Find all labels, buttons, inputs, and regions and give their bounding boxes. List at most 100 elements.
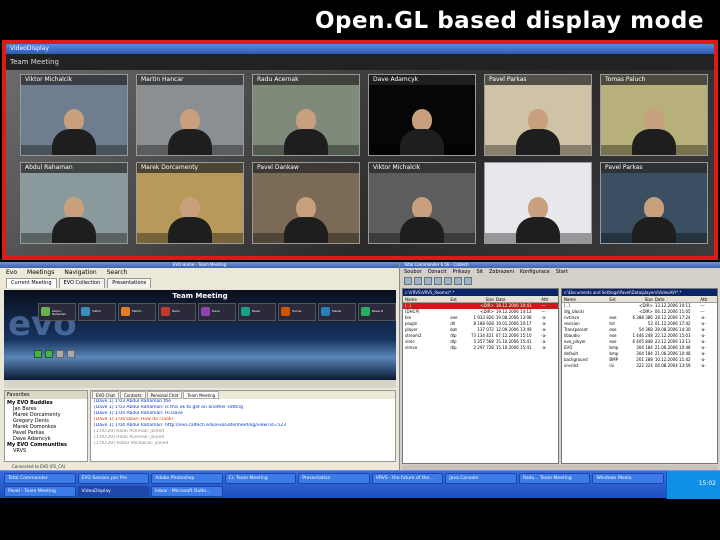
- column-header[interactable]: Date: [655, 296, 700, 302]
- file-manager-menu-item[interactable]: Zobrazeni: [489, 268, 514, 276]
- participant-body: [516, 217, 560, 243]
- taskbar-button[interactable]: Pavel - Team Meeting: [4, 486, 76, 497]
- taskbar-button[interactable]: VideoDisplay: [77, 486, 150, 497]
- file-manager-menu-item[interactable]: Soubor: [404, 268, 422, 276]
- move-icon[interactable]: [434, 277, 442, 285]
- copy-icon[interactable]: [424, 277, 432, 285]
- participant-thumb[interactable]: Viktor: [78, 303, 116, 321]
- column-header[interactable]: Date: [496, 296, 541, 302]
- play-icon[interactable]: [34, 350, 42, 358]
- participant-video: [52, 197, 96, 243]
- taskbar-button[interactable]: Inbox - Microsoft Outlo...: [151, 486, 223, 497]
- video-tile[interactable]: Marek Dorcamenty: [136, 162, 244, 244]
- video-tile[interactable]: Radu Acernak: [252, 74, 360, 156]
- participant-thumb[interactable]: Pavel D: [358, 303, 396, 321]
- file-manager-menu-item[interactable]: Prikazy: [453, 268, 471, 276]
- file-manager-menu-item[interactable]: Start: [556, 268, 568, 276]
- evo-menu-item[interactable]: Search: [107, 268, 128, 278]
- participant-thumb[interactable]: Pavel: [238, 303, 276, 321]
- search-icon[interactable]: [464, 277, 472, 285]
- column-header[interactable]: Name: [562, 296, 609, 302]
- video-tile[interactable]: Abdul Rahaman: [20, 162, 128, 244]
- chat-tab[interactable]: Personal Chat: [146, 391, 183, 399]
- column-header[interactable]: Size: [625, 296, 655, 302]
- column-header[interactable]: Attr: [541, 296, 558, 302]
- desktop-screenshot: EVO Home - Team Meeting Evo Meetings Navig…: [0, 262, 720, 540]
- taskbar-button[interactable]: Adobe Photoshop: [151, 473, 223, 484]
- contacts-header[interactable]: Favorites: [5, 391, 87, 399]
- right-path[interactable]: c:\Documents and Settings\Pavel\Data\pla…: [562, 289, 717, 296]
- chat-tab[interactable]: Contacts: [119, 391, 146, 399]
- chat-tab[interactable]: EVO Chat: [92, 391, 119, 399]
- evo-client-window[interactable]: EVO Home - Team Meeting Evo Meetings Navig…: [0, 262, 400, 470]
- left-path[interactable]: c:\VRVS\VRVS_Rooms\*.*: [403, 289, 558, 296]
- video-tile[interactable]: Tomas Paluch: [600, 74, 708, 156]
- participant-thumb[interactable]: Tomas: [278, 303, 316, 321]
- file-manager-menu-item[interactable]: Sit: [476, 268, 483, 276]
- participant-head: [412, 197, 432, 219]
- participant-video: [516, 109, 560, 155]
- video-tile[interactable]: Dave Adamcyk: [368, 74, 476, 156]
- evo-menu-item[interactable]: Evo: [6, 268, 17, 278]
- participant-thumb[interactable]: Radu: [158, 303, 196, 321]
- participant-thumb[interactable]: Martin: [118, 303, 156, 321]
- chat-tab[interactable]: Team Meeting: [183, 391, 220, 399]
- participant-head: [64, 197, 84, 219]
- folder-icon[interactable]: [444, 277, 452, 285]
- file-row[interactable]: vrvslist ini 322 324 04.08.2004 13:59 -a-: [562, 363, 717, 369]
- participant-name: Abdul Rahaman: [52, 309, 67, 316]
- column-header[interactable]: Size: [466, 296, 496, 302]
- camera-icon[interactable]: [45, 350, 53, 358]
- taskbar-button[interactable]: EVO Session per Pre: [77, 473, 150, 484]
- column-header[interactable]: Name: [403, 296, 450, 302]
- evo-tab[interactable]: Presentations: [107, 278, 152, 288]
- evo-tab[interactable]: Current Meeting: [6, 278, 57, 288]
- taskbar-button[interactable]: Windows Media: [592, 473, 664, 484]
- taskbar-button[interactable]: Presentation: [298, 473, 370, 484]
- file-ext: ini: [609, 363, 615, 368]
- taskbar-button[interactable]: Cr. Team Meeting: [224, 473, 297, 484]
- left-file-pane: c:\VRVS\VRVS_Rooms\*.* Name Ext Size Date At…: [402, 288, 559, 464]
- window-titlebar[interactable]: VideoDisplay: [6, 44, 714, 54]
- taskbar-button[interactable]: Radu... Team Meeting: [518, 473, 591, 484]
- tile-label: Viktor Michalcik: [21, 75, 127, 85]
- file-row[interactable]: vlrevo dlp 2 297 728 15.10.2006 15:41 -a-: [403, 345, 558, 351]
- evo-menu-item[interactable]: Navigation: [64, 268, 96, 278]
- video-tile[interactable]: Pavel Dankaw: [252, 162, 360, 244]
- evo-tab[interactable]: EVO Collection: [58, 278, 106, 288]
- video-tile[interactable]: Pavel Parkas: [600, 162, 708, 244]
- participant-thumb[interactable]: Abdul Rahaman: [38, 303, 76, 321]
- contact-item[interactable]: VRVS: [7, 448, 85, 454]
- file-manager-menu-item[interactable]: Konfigurace: [520, 268, 550, 276]
- tile-label: Abdul Rahaman: [21, 163, 127, 173]
- video-tile[interactable]: [484, 162, 592, 244]
- participant-thumb[interactable]: Marek: [318, 303, 356, 321]
- video-tile[interactable]: Viktor Michalcik: [20, 74, 128, 156]
- tile-label: Tomas Paluch: [601, 75, 707, 85]
- participant-head: [296, 109, 316, 131]
- evo-menu-item[interactable]: Meetings: [27, 268, 54, 278]
- opengl-video-window[interactable]: VideoDisplay Team Meeting Viktor Michalc…: [2, 40, 718, 260]
- column-header[interactable]: Ext: [609, 296, 625, 302]
- taskbar-button[interactable]: Total Commander: [4, 473, 76, 484]
- participant-video: [52, 109, 96, 155]
- video-tile[interactable]: Pavel Parkas: [484, 74, 592, 156]
- delete-icon[interactable]: [454, 277, 462, 285]
- microphone-icon[interactable]: [56, 350, 64, 358]
- video-tile[interactable]: Viktor Michalcik: [368, 162, 476, 244]
- media-controls: [34, 350, 75, 358]
- refresh-icon[interactable]: [404, 277, 412, 285]
- column-header[interactable]: Attr: [700, 296, 717, 302]
- video-tile[interactable]: Martin Hancar: [136, 74, 244, 156]
- file-manager-window[interactable]: Total Commander 6.56 - Caltech Soubor Ozn…: [400, 262, 720, 470]
- avatar-icon: [161, 307, 170, 316]
- taskbar-button[interactable]: Java Console: [445, 473, 517, 484]
- participant-head: [412, 109, 432, 131]
- tile-label: Viktor Michalcik: [369, 163, 475, 173]
- taskbar-button[interactable]: VRVS - the future of the...: [371, 473, 444, 484]
- column-header[interactable]: Ext: [450, 296, 466, 302]
- speaker-icon[interactable]: [67, 350, 75, 358]
- view-icon[interactable]: [414, 277, 422, 285]
- participant-thumb[interactable]: Dave: [198, 303, 236, 321]
- file-manager-menu-item[interactable]: Oznacit: [428, 268, 447, 276]
